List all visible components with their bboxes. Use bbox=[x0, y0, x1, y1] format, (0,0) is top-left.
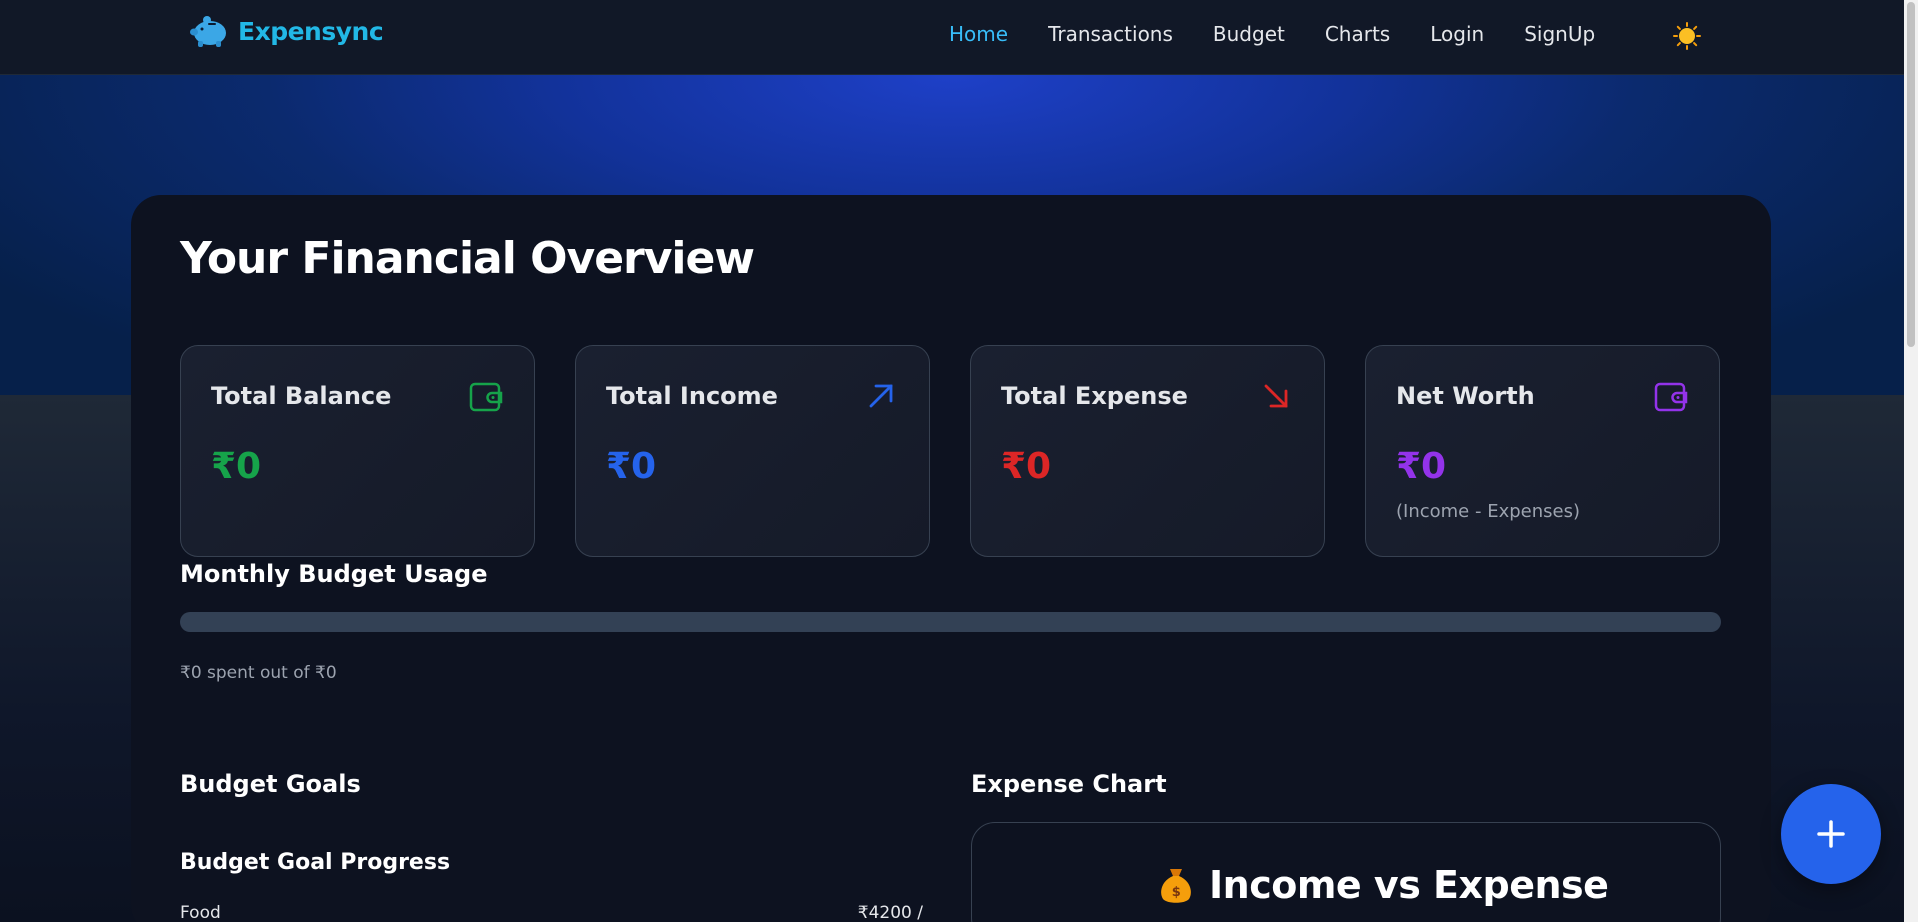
budget-goals-heading: Budget Goals bbox=[180, 770, 361, 798]
card-title: Total Income bbox=[606, 382, 778, 410]
wallet-icon bbox=[469, 382, 503, 412]
card-subtitle: (Income - Expenses) bbox=[1396, 501, 1580, 522]
page-title: Your Financial Overview bbox=[180, 233, 755, 284]
goal-item-label: Food bbox=[180, 903, 221, 922]
nav-item-budget[interactable]: Budget bbox=[1213, 22, 1285, 46]
chart-title: $ Income vs Expense bbox=[1157, 863, 1609, 907]
budget-summary: ₹0 spent out of ₹0 bbox=[180, 663, 337, 683]
budget-usage-heading: Monthly Budget Usage bbox=[180, 560, 488, 588]
nav-links: Home Transactions Budget Charts Login Si… bbox=[949, 22, 1595, 46]
budget-progress-bar bbox=[180, 612, 1721, 632]
nav-item-login[interactable]: Login bbox=[1430, 22, 1484, 46]
overview-panel: Your Financial Overview Total Balance ₹0… bbox=[131, 195, 1771, 922]
card-title: Total Expense bbox=[1001, 382, 1188, 410]
card-title: Net Worth bbox=[1396, 382, 1535, 410]
arrow-up-right-icon bbox=[869, 384, 893, 408]
svg-text:$: $ bbox=[1172, 885, 1181, 900]
page-scrollbar[interactable] bbox=[1904, 0, 1918, 922]
wallet-icon bbox=[1654, 382, 1688, 412]
card-value: ₹0 bbox=[1396, 446, 1447, 487]
nav-item-home[interactable]: Home bbox=[949, 22, 1008, 46]
nav-item-transactions[interactable]: Transactions bbox=[1048, 22, 1173, 46]
sun-icon[interactable] bbox=[1673, 22, 1701, 50]
brand-name: Expensync bbox=[238, 16, 384, 46]
add-transaction-button[interactable] bbox=[1781, 784, 1881, 884]
card-net-worth: Net Worth ₹0 (Income - Expenses) bbox=[1365, 345, 1720, 557]
scrollbar-thumb[interactable] bbox=[1907, 2, 1915, 347]
nav-item-signup[interactable]: SignUp bbox=[1524, 22, 1595, 46]
card-total-income: Total Income ₹0 bbox=[575, 345, 930, 557]
nav-item-charts[interactable]: Charts bbox=[1325, 22, 1390, 46]
piggy-bank-icon bbox=[190, 16, 226, 47]
expense-chart-heading: Expense Chart bbox=[971, 770, 1167, 798]
card-total-expense: Total Expense ₹0 bbox=[970, 345, 1325, 557]
card-value: ₹0 bbox=[1001, 446, 1052, 487]
plus-icon bbox=[1817, 820, 1845, 848]
chart-title-text: Income vs Expense bbox=[1209, 863, 1609, 907]
card-total-balance: Total Balance ₹0 bbox=[180, 345, 535, 557]
money-bag-icon: $ bbox=[1161, 869, 1191, 903]
budget-goal-progress-heading: Budget Goal Progress bbox=[180, 850, 451, 875]
card-title: Total Balance bbox=[211, 382, 392, 410]
card-value: ₹0 bbox=[211, 446, 262, 487]
expense-chart-card: $ Income vs Expense bbox=[971, 822, 1721, 922]
goal-item-amount: ₹4200 / ₹5000 bbox=[857, 903, 923, 922]
brand-logo[interactable]: Expensync bbox=[190, 14, 384, 48]
arrow-down-right-icon bbox=[1264, 384, 1288, 408]
card-value: ₹0 bbox=[606, 446, 657, 487]
top-navbar: Expensync Home Transactions Budget Chart… bbox=[0, 0, 1904, 75]
